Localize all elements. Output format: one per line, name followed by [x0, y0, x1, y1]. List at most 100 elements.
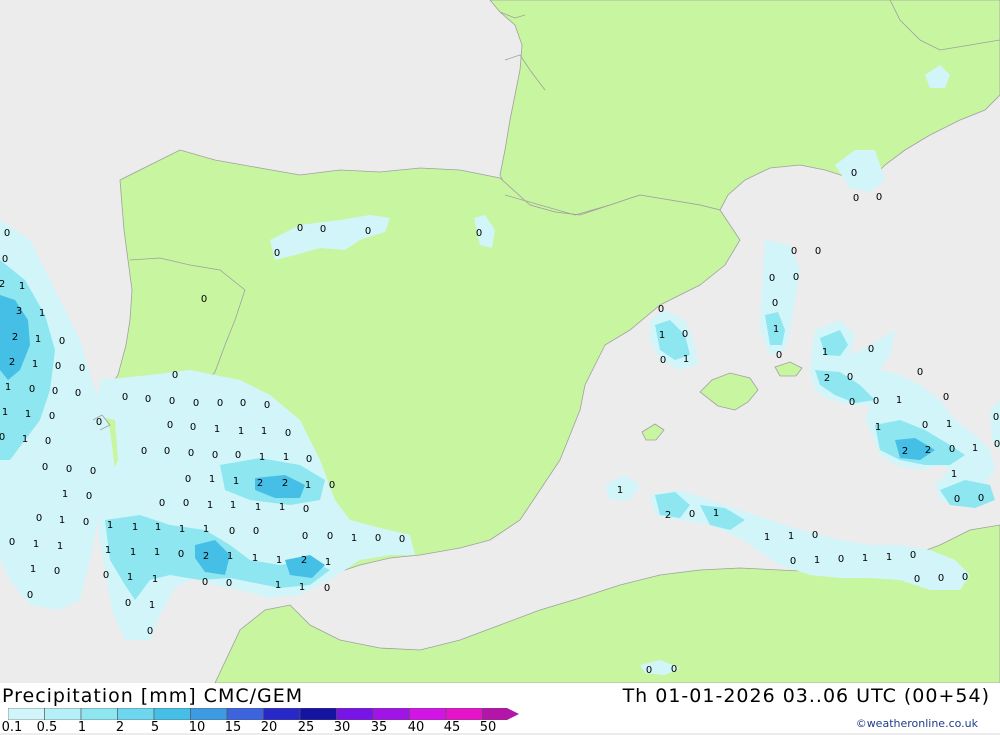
value-label: 1 [886, 552, 892, 563]
value-label: 0 [52, 386, 58, 397]
value-label: 1 [896, 395, 902, 406]
value-label: 0 [212, 450, 218, 461]
value-label: 1 [30, 564, 36, 575]
value-label: 0 [96, 417, 102, 428]
value-label: 1 [132, 522, 138, 533]
value-label: 1 [207, 500, 213, 511]
value-label: 0 [943, 392, 949, 403]
value-label: 0 [993, 412, 999, 423]
legend-swatch [299, 708, 337, 720]
value-label: 0 [914, 574, 920, 585]
value-label: 0 [164, 446, 170, 457]
value-label: 1 [951, 469, 957, 480]
legend-swatch [445, 708, 483, 720]
value-label: 0 [178, 549, 184, 560]
value-label: 0 [145, 394, 151, 405]
value-label: 0 [978, 493, 984, 504]
precipitation-map[interactable]: 0 0 2 1 3 1 2 1 0 2 1 0 0 1 0 0 0 1 1 0 … [0, 0, 1000, 683]
value-label: 0 [772, 298, 778, 309]
forecast-datetime: Th 01-01-2026 03..06 UTC (00+54) [622, 685, 990, 707]
value-label: 1 [227, 551, 233, 562]
value-label: 1 [233, 476, 239, 487]
value-label: 1 [255, 502, 261, 513]
value-label: 1 [325, 557, 331, 568]
value-label: 0 [812, 530, 818, 541]
value-label: 0 [303, 504, 309, 515]
value-label: 1 [238, 426, 244, 437]
value-label: 1 [154, 547, 160, 558]
legend-swatch [409, 708, 447, 720]
legend-swatch [44, 708, 82, 720]
value-label: 0 [793, 272, 799, 283]
value-label: 0 [55, 361, 61, 372]
value-label: 3 [16, 306, 22, 317]
value-label: 0 [29, 384, 35, 395]
value-label: 0 [791, 246, 797, 257]
value-label: 0 [66, 464, 72, 475]
value-label: 2 [665, 510, 671, 521]
value-label: 0 [917, 367, 923, 378]
value-label: 1 [822, 347, 828, 358]
value-label: 1 [946, 419, 952, 430]
value-label: 0 [320, 224, 326, 235]
value-label: 0 [42, 462, 48, 473]
value-label: 0 [201, 294, 207, 305]
value-label: 0 [324, 583, 330, 594]
value-label: 0 [240, 398, 246, 409]
value-label: 1 [155, 522, 161, 533]
value-label: 1 [130, 547, 136, 558]
value-label: 0 [90, 466, 96, 477]
value-label: 0 [188, 448, 194, 459]
value-label: 0 [646, 665, 652, 676]
value-label: 0 [847, 372, 853, 383]
value-label: 0 [172, 370, 178, 381]
legend-swatch [263, 708, 301, 720]
legend-swatch [190, 708, 228, 720]
value-label: 2 [203, 551, 209, 562]
value-label: 1 [107, 520, 113, 531]
value-label: 1 [33, 539, 39, 550]
value-label: 0 [949, 444, 955, 455]
value-label: 1 [152, 574, 158, 585]
value-label: 0 [169, 396, 175, 407]
value-label: 1 [683, 354, 689, 365]
value-label: 0 [103, 570, 109, 581]
legend-swatch [153, 708, 191, 720]
value-label: 0 [297, 223, 303, 234]
value-label: 0 [190, 422, 196, 433]
value-label: 0 [79, 363, 85, 374]
value-label: 1 [209, 474, 215, 485]
value-label: 1 [617, 485, 623, 496]
value-label: 1 [299, 582, 305, 593]
value-label: 0 [876, 192, 882, 203]
value-label: 0 [660, 355, 666, 366]
value-label: 0 [4, 228, 10, 239]
value-label: 1 [305, 480, 311, 491]
precipitation-legend [8, 708, 519, 720]
value-label: 0 [125, 598, 131, 609]
value-label: 0 [54, 566, 60, 577]
value-label: 0 [815, 246, 821, 257]
value-label: 0 [217, 398, 223, 409]
legend-swatch [482, 708, 508, 720]
value-label: 0 [27, 590, 33, 601]
value-label: 0 [229, 526, 235, 537]
value-label: 1 [773, 324, 779, 335]
value-label: 0 [285, 428, 291, 439]
map-title: Precipitation [mm] CMC/GEM [2, 685, 304, 707]
value-label: 0 [962, 572, 968, 583]
value-label: 0 [689, 509, 695, 520]
value-label: 0 [658, 304, 664, 315]
value-label: 0 [83, 517, 89, 528]
value-label: 0 [226, 578, 232, 589]
value-label: 1 [19, 281, 25, 292]
value-label: 0 [838, 554, 844, 565]
value-label: 0 [86, 491, 92, 502]
value-label: 0 [790, 556, 796, 567]
value-label: 0 [922, 420, 928, 431]
value-label: 0 [264, 400, 270, 411]
credit-link[interactable]: ©weatheronline.co.uk [856, 717, 978, 730]
legend-arrow [507, 708, 519, 720]
value-label: 0 [329, 480, 335, 491]
value-label: 1 [32, 359, 38, 370]
